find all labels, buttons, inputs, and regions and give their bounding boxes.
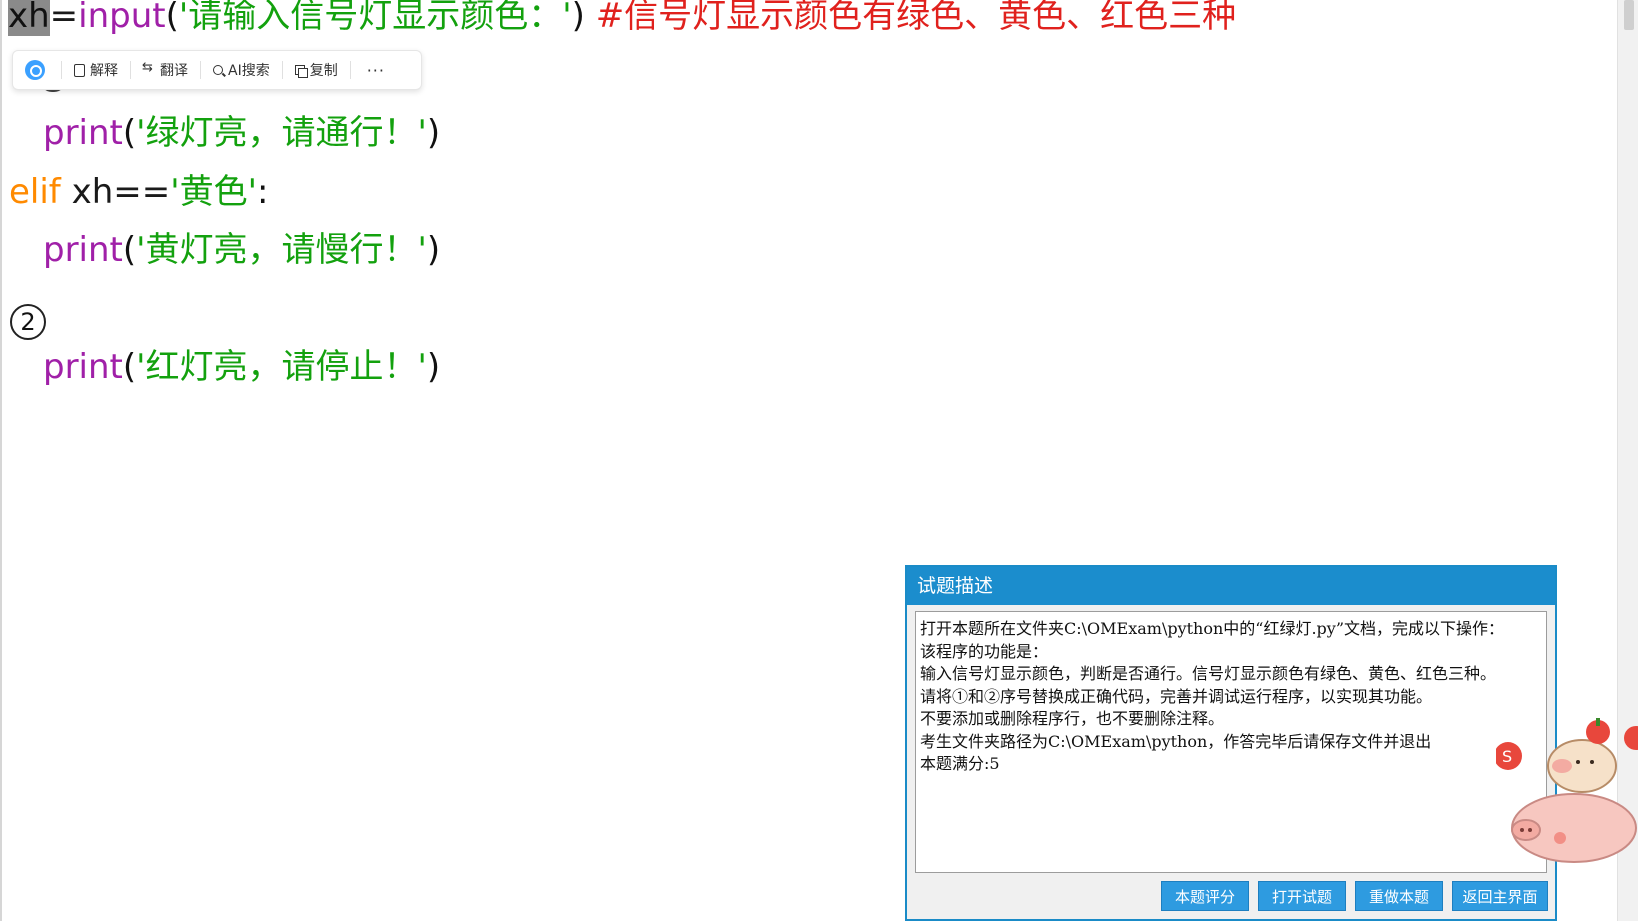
code-line-3[interactable]: elif xh=='黄色': <box>9 172 268 212</box>
description-line: 不要添加或删除程序行，也不要删除注释。 <box>920 709 1225 728</box>
dialog-button-bar: 本题评分 打开试题 重做本题 返回主界面 <box>907 873 1555 919</box>
explain-button[interactable]: 解释 <box>68 60 124 80</box>
redo-button[interactable]: 重做本题 <box>1355 881 1443 911</box>
search-icon <box>213 65 223 75</box>
description-line: 考生文件夹路径为C:\OMExam\python，作答完毕后请保存文件并退出 <box>920 731 1432 751</box>
code-colon: : <box>256 172 269 212</box>
description-line: 输入信号灯显示颜色，判断是否通行。信号灯显示颜色有绿色、黄色、红色三种。 <box>920 664 1497 683</box>
toolbar-divider <box>281 61 283 79</box>
toolbar-divider <box>130 61 131 79</box>
selection-toolbar: 解释 翻译 AI搜索 复制 ··· <box>12 50 422 90</box>
score-button[interactable]: 本题评分 <box>1161 881 1249 911</box>
code-paren: ( <box>165 0 179 36</box>
return-home-button[interactable]: 返回主界面 <box>1452 881 1548 911</box>
description-line: 请将①和②序号替换成正确代码，完善并调试运行程序，以实现其功能。 <box>920 686 1433 706</box>
dialog-title[interactable]: 试题描述 <box>907 567 1555 605</box>
code-line-4[interactable]: print('黄灯亮，请慢行！') <box>43 230 440 270</box>
copy-icon <box>294 65 308 78</box>
blank-marker-2: 2 <box>10 304 46 340</box>
code-paren: ) <box>426 113 441 153</box>
description-line: 打开本题所在文件夹C:\OMExam\python中的“红绿灯.py”文档，完成… <box>920 619 1505 638</box>
ai-search-label: AI搜索 <box>228 63 270 79</box>
code-comment: #信号灯显示颜色有绿色、黄色、红色三种 <box>595 0 1237 36</box>
translate-label: 翻译 <box>160 63 188 79</box>
code-keyword: elif <box>9 172 61 212</box>
code-function: print <box>43 113 123 153</box>
pig-mascot-icon: S <box>1496 718 1638 863</box>
toolbar-divider <box>349 61 351 79</box>
ai-search-button[interactable]: AI搜索 <box>207 60 276 80</box>
code-variable: xh== <box>71 172 171 212</box>
scrollbar-thumb[interactable] <box>1624 0 1634 30</box>
svg-text:S: S <box>1502 747 1512 766</box>
translate-button[interactable]: 翻译 <box>137 60 194 80</box>
code-line-2[interactable]: print('绿灯亮，请通行！') <box>43 113 440 153</box>
code-paren: ) <box>571 0 585 36</box>
question-description-text[interactable]: 打开本题所在文件夹C:\OMExam\python中的“红绿灯.py”文档，完成… <box>915 611 1547 873</box>
description-line: 本题满分:5 <box>920 754 1000 773</box>
editor-left-border <box>0 0 2 921</box>
code-string: '红灯亮，请停止！' <box>136 347 427 387</box>
code-paren: ( <box>122 230 137 270</box>
copy-label: 复制 <box>309 63 338 79</box>
book-icon <box>74 63 85 77</box>
explain-label: 解释 <box>90 63 118 79</box>
question-description-dialog: 试题描述 打开本题所在文件夹C:\OMExam\python中的“红绿灯.py”… <box>905 565 1557 921</box>
code-paren: ) <box>426 230 441 270</box>
assistant-logo-icon[interactable] <box>25 60 45 80</box>
code-string: '绿灯亮，请通行！' <box>136 113 427 153</box>
copy-button[interactable]: 复制 <box>289 60 344 80</box>
code-line-6[interactable]: print('红灯亮，请停止！') <box>43 347 440 387</box>
code-string: '请输入信号灯显示颜色：' <box>178 0 572 36</box>
code-variable: xh <box>8 0 50 36</box>
code-paren: ) <box>426 347 441 387</box>
toolbar-divider <box>200 61 201 79</box>
code-function: print <box>43 230 123 270</box>
code-string: '黄灯亮，请慢行！' <box>136 230 427 270</box>
toolbar-divider <box>61 61 62 79</box>
translate-icon <box>142 60 155 76</box>
open-question-button[interactable]: 打开试题 <box>1258 881 1346 911</box>
code-function: input <box>78 0 166 36</box>
code-line-1[interactable]: xh=input('请输入信号灯显示颜色：') #信号灯显示颜色有绿色、黄色、红… <box>8 0 1236 36</box>
code-operator: = <box>49 0 79 36</box>
code-function: print <box>43 347 123 387</box>
more-options-button[interactable]: ··· <box>357 61 395 80</box>
description-line: 该程序的功能是： <box>920 641 1049 661</box>
code-string: '黄色' <box>170 172 257 212</box>
code-paren: ( <box>122 347 137 387</box>
code-paren: ( <box>122 113 137 153</box>
